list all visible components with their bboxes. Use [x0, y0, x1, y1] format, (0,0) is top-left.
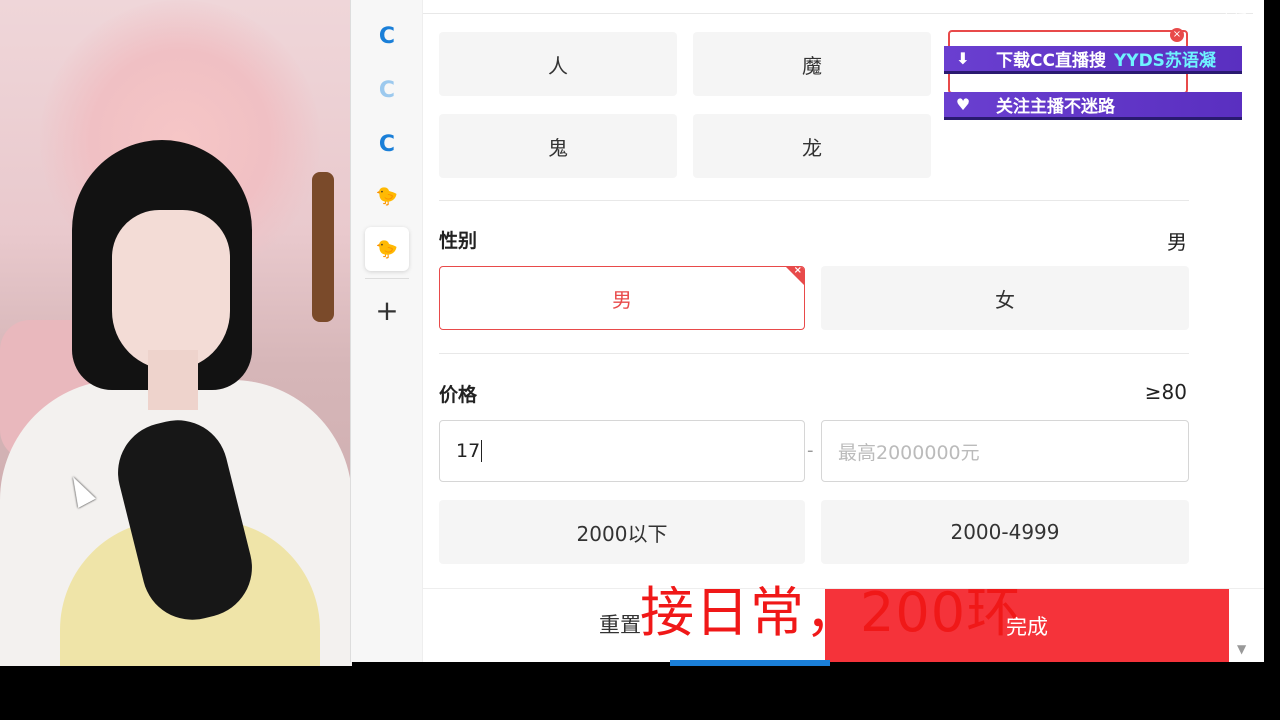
- streamer-neck: [148, 350, 198, 410]
- browser-icon: C: [378, 131, 396, 157]
- app-rail: C C C 🐤 🐤 +: [351, 0, 423, 662]
- rail-divider: [365, 278, 409, 279]
- top-divider: [423, 13, 1253, 14]
- reset-button[interactable]: 重置: [599, 609, 641, 639]
- option-label: 魔: [802, 53, 822, 78]
- price-min-input[interactable]: 17: [439, 420, 805, 482]
- close-icon: ×: [793, 266, 802, 276]
- option-label: 龙: [802, 135, 822, 160]
- price-preset-2000-4999[interactable]: 2000-4999: [821, 500, 1189, 564]
- heart-icon: ♥: [955, 95, 971, 114]
- close-icon: ×: [1170, 28, 1184, 42]
- input-value: 17: [456, 440, 481, 462]
- option-label: 女: [995, 287, 1015, 312]
- bird-app-icon: 🐤: [375, 238, 399, 260]
- option-label: 2000以下: [576, 521, 668, 546]
- rail-item-browser-3[interactable]: C: [365, 122, 409, 166]
- download-icon: ⬇: [956, 49, 970, 68]
- promo-text: 关注主播不迷路: [996, 97, 1115, 117]
- gender-value: 男: [1167, 230, 1187, 254]
- add-tab-button[interactable]: +: [365, 290, 409, 330]
- plus-icon: +: [375, 293, 399, 327]
- price-max-input[interactable]: 最高2000000元: [821, 420, 1189, 482]
- section-divider: [439, 353, 1189, 354]
- rail-item-browser-2[interactable]: C: [365, 68, 409, 112]
- streamer-face: [112, 210, 230, 370]
- rail-item-bird-2[interactable]: 🐤: [365, 227, 409, 271]
- gender-label: 性别: [439, 230, 478, 252]
- section-divider: [439, 200, 1189, 201]
- race-option-human[interactable]: 人: [439, 32, 677, 96]
- promo-highlight: YYDS苏语凝: [1113, 51, 1216, 71]
- range-dash: -: [807, 440, 814, 461]
- taskbar-highlight: [670, 660, 830, 666]
- option-label: 男: [612, 287, 632, 312]
- gender-option-female[interactable]: 女: [821, 266, 1189, 330]
- rail-item-bird-1[interactable]: 🐤: [365, 174, 409, 218]
- race-option-dragon[interactable]: 龙: [693, 114, 931, 178]
- input-placeholder: 最高2000000元: [838, 441, 980, 464]
- promo-text: 下载CC直播搜: [996, 51, 1106, 71]
- browser-icon: C: [378, 23, 396, 49]
- window-scroll-down-icon[interactable]: ▼: [1237, 642, 1246, 656]
- rail-item-browser-1[interactable]: C: [365, 14, 409, 58]
- race-option-demon[interactable]: 魔: [693, 32, 931, 96]
- webcam-feed: [0, 0, 352, 666]
- text-caret: [481, 440, 483, 462]
- bird-app-icon: 🐤: [375, 185, 399, 207]
- option-label: 鬼: [548, 135, 568, 160]
- promo-banner-download: ⬇ 下载CC直播搜 YYDS苏语凝: [944, 46, 1242, 74]
- browser-icon: C: [378, 77, 396, 103]
- guitar: [312, 172, 334, 322]
- price-preset-under-2000[interactable]: 2000以下: [439, 500, 805, 564]
- stream-subtitle: 接日常，200环: [640, 581, 1022, 644]
- race-option-ghost[interactable]: 鬼: [439, 114, 677, 178]
- price-value: ≥80: [1144, 380, 1187, 404]
- promo-banner-follow: ♥ 关注主播不迷路: [944, 92, 1242, 120]
- price-label: 价格: [439, 384, 478, 406]
- option-label: 人: [548, 53, 568, 78]
- gender-option-male[interactable]: 男 ×: [439, 266, 805, 330]
- cc-watermark: CC直播: [1200, 13, 1248, 29]
- option-label: 2000-4999: [950, 520, 1060, 544]
